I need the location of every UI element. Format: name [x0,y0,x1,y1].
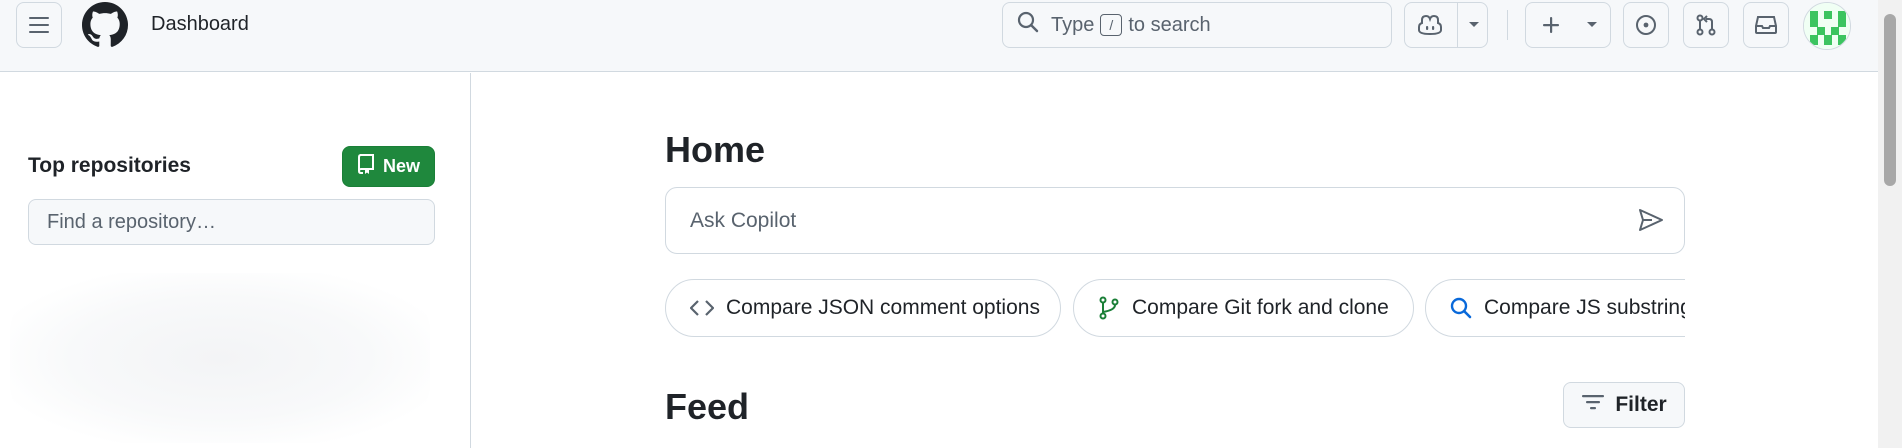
menu-button[interactable] [16,2,62,48]
suggestion-chip[interactable]: Compare JS substring [1425,279,1685,337]
issue-opened-icon [1635,14,1657,36]
find-repository-input[interactable]: Find a repository… [28,199,435,245]
chevron-down-icon[interactable] [1468,21,1480,29]
suggestion-label: Compare Git fork and clone [1132,296,1389,319]
code-icon [690,299,714,317]
page-title[interactable]: Dashboard [151,13,249,36]
suggestion-chip[interactable]: Compare JSON comment options [665,279,1061,337]
search-suffix: to search [1128,13,1211,36]
ask-copilot-input[interactable]: Ask Copilot [665,187,1685,254]
search-icon [1450,297,1472,319]
inbox-icon [1755,15,1777,35]
repo-icon [357,154,375,179]
suggestion-chip[interactable]: Compare Git fork and clone [1073,279,1414,337]
plus-icon [1542,16,1560,34]
scrollbar-thumb[interactable] [1884,14,1896,186]
ask-copilot-placeholder: Ask Copilot [690,209,797,232]
left-sidebar: Top repositories New Find a repository… [0,73,471,448]
avatar[interactable] [1803,2,1851,50]
search-input[interactable]: Type / to search [1002,2,1392,48]
search-prefix: Type [1051,13,1095,36]
send-icon[interactable] [1638,208,1664,237]
filter-icon [1581,393,1605,417]
loading-placeholder [10,273,430,443]
create-new-button[interactable] [1525,2,1611,48]
copilot-icon [1417,14,1443,36]
chevron-down-icon [1586,21,1598,29]
filter-label: Filter [1615,393,1667,416]
issues-button[interactable] [1623,2,1669,48]
pull-requests-button[interactable] [1683,2,1729,48]
new-repository-button[interactable]: New [342,146,435,187]
header-divider [1507,10,1508,40]
top-repositories-heading: Top repositories [28,154,191,177]
feed-heading: Feed [665,386,750,427]
git-pull-request-icon [1695,14,1717,36]
search-shortcut-key: / [1100,14,1123,36]
hamburger-icon [29,16,49,34]
suggestion-label: Compare JS substring [1484,296,1685,319]
new-button-label: New [382,156,420,176]
github-logo-icon[interactable] [82,2,128,48]
home-heading: Home [665,129,766,170]
top-header: Dashboard Type / to search [0,0,1878,72]
page-scrollbar[interactable] [1878,0,1902,448]
suggestion-label: Compare JSON comment options [726,296,1040,319]
inbox-button[interactable] [1743,2,1789,48]
suggestion-chip-clipped: Compare JS substring [1425,279,1685,337]
filter-button[interactable]: Filter [1563,382,1685,428]
git-branch-icon [1098,296,1120,320]
search-icon [1017,11,1039,39]
copilot-button[interactable] [1404,2,1488,48]
